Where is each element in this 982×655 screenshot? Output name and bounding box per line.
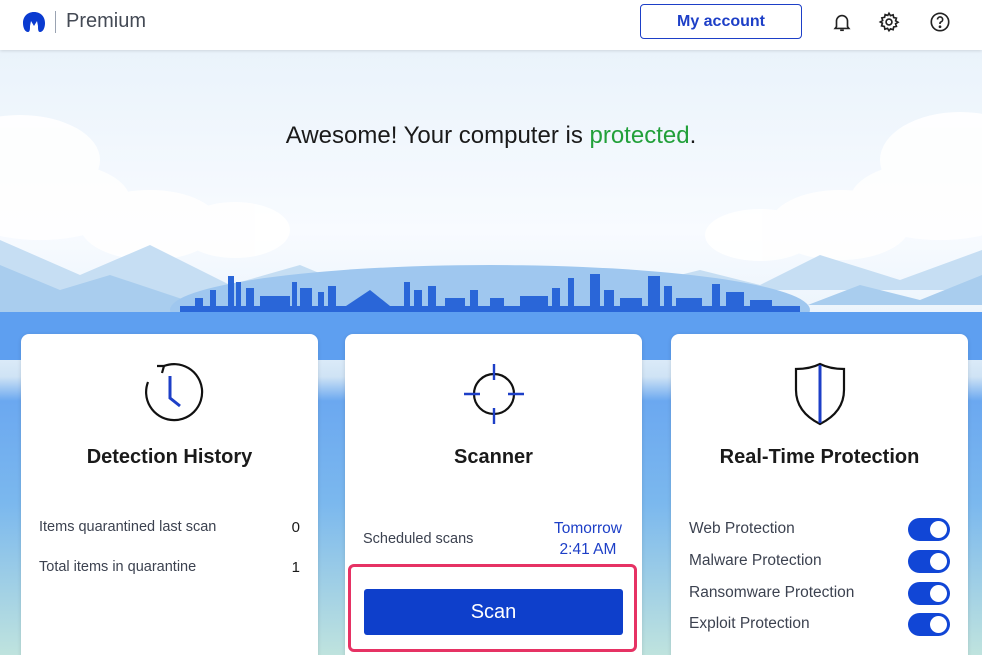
headline-text: Awesome! Your computer is — [285, 122, 590, 149]
stat-value: 0 — [291, 519, 300, 536]
detection-history-card[interactable]: Detection History Items quarantined last… — [21, 334, 318, 655]
protection-label: Web Protection — [689, 520, 795, 537]
protection-label: Malware Protection — [689, 552, 822, 569]
scanner-card[interactable]: Scanner Scheduled scans Tomorrow 2:41 AM… — [345, 334, 642, 655]
protection-status: protected — [589, 122, 690, 149]
protection-row-ransomware: Ransomware Protection — [689, 581, 950, 605]
headline-period: . — [689, 122, 697, 149]
logo-divider — [55, 11, 56, 33]
bell-icon[interactable] — [829, 9, 855, 35]
top-bar: Premium My account — [0, 0, 982, 50]
malwarebytes-logo-icon — [23, 12, 45, 32]
toggle-knob — [930, 584, 947, 602]
hero-illustration — [0, 112, 982, 360]
gear-icon[interactable] — [876, 9, 902, 35]
protection-row-web: Web Protection — [689, 517, 950, 541]
stat-label: Items quarantined last scan — [39, 519, 217, 535]
shield-icon — [671, 356, 968, 426]
exploit-protection-toggle[interactable] — [908, 612, 950, 636]
stat-label: Total items in quarantine — [39, 559, 197, 575]
malware-protection-toggle[interactable] — [908, 549, 950, 573]
real-time-protection-title: Real-Time Protection — [719, 446, 920, 468]
protection-label: Ransomware Protection — [689, 584, 855, 601]
history-clock-icon — [21, 356, 318, 426]
detection-history-title: Detection History — [86, 446, 253, 468]
toggle-knob — [930, 615, 947, 633]
scan-button[interactable]: Scan — [364, 589, 623, 635]
real-time-protection-card[interactable]: Real-Time Protection Web Protection Malw… — [671, 334, 968, 655]
scheduled-scans-label: Scheduled scans — [363, 531, 474, 547]
scheduled-time: 2:41 AM — [559, 541, 617, 558]
web-protection-toggle[interactable] — [908, 517, 950, 541]
crosshair-icon — [345, 356, 642, 426]
scheduled-scan-time-link[interactable]: Tomorrow 2:41 AM — [554, 518, 622, 560]
ransomware-protection-toggle[interactable] — [908, 581, 950, 605]
status-headline: Awesome! Your computer is protected. — [0, 122, 982, 150]
stat-row-quarantined-last-scan: Items quarantined last scan 0 — [39, 519, 300, 536]
toggle-knob — [930, 552, 947, 570]
my-account-button[interactable]: My account — [640, 4, 802, 39]
stat-row-total-quarantine: Total items in quarantine 1 — [39, 559, 300, 576]
protection-row-exploit: Exploit Protection — [689, 612, 950, 636]
protection-row-malware: Malware Protection — [689, 549, 950, 573]
scanner-title: Scanner — [454, 446, 533, 468]
help-icon[interactable] — [927, 9, 953, 35]
toggle-knob — [930, 520, 947, 538]
scheduled-day: Tomorrow — [553, 520, 622, 537]
product-name: Premium — [66, 10, 147, 32]
stat-value: 1 — [291, 559, 300, 576]
protection-label: Exploit Protection — [689, 615, 810, 632]
